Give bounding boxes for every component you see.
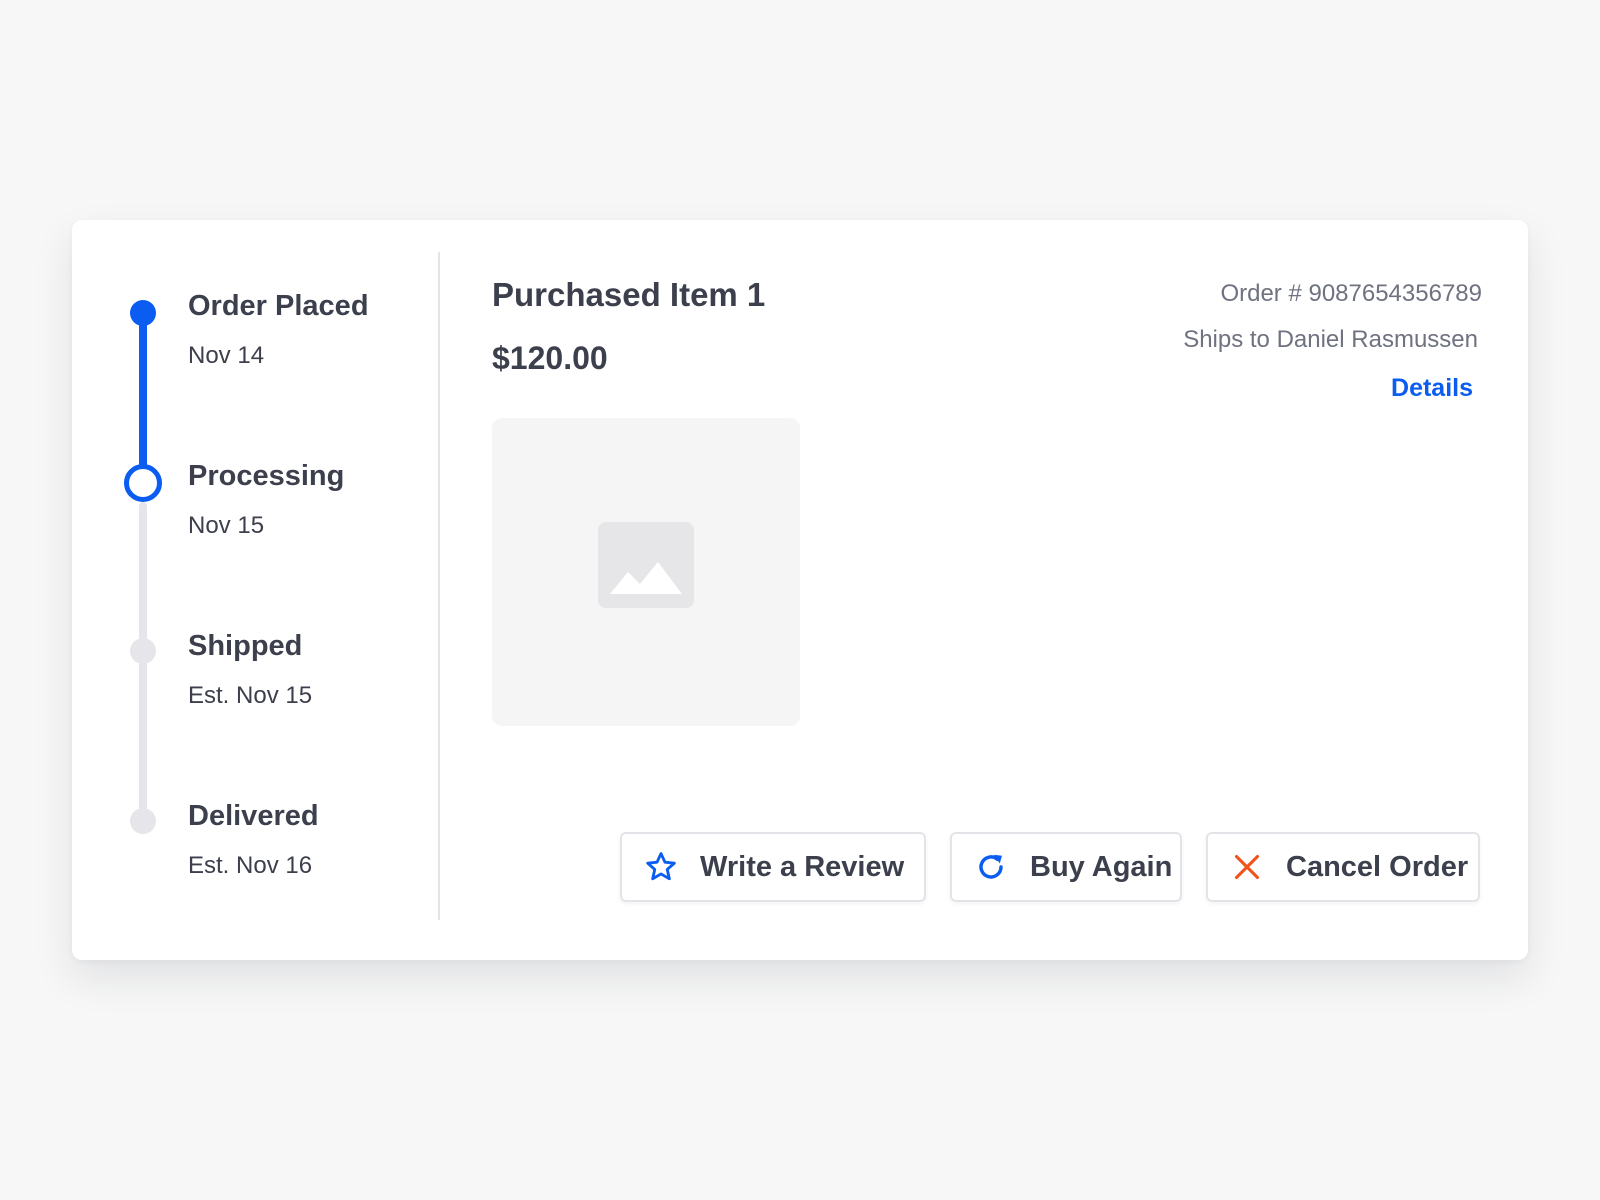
vertical-divider — [438, 252, 440, 920]
timeline-step-date: Nov 14 — [188, 342, 265, 369]
product-image — [492, 418, 800, 726]
product-title: Purchased Item 1 — [492, 276, 766, 313]
buy-again-label: Buy Again — [1030, 850, 1173, 883]
star-icon — [644, 850, 678, 884]
timeline-step-date: Est. Nov 15 — [188, 682, 313, 709]
timeline-step-date: Nov 15 — [188, 512, 265, 539]
details-link[interactable]: Details — [1391, 374, 1473, 403]
write-review-button[interactable]: Write a Review — [620, 832, 926, 902]
buy-again-button[interactable]: Buy Again — [950, 832, 1182, 902]
timeline-dot-shipped — [130, 638, 156, 664]
cancel-order-button[interactable]: Cancel Order — [1206, 832, 1480, 902]
refresh-icon — [974, 850, 1008, 884]
order-card: Order Placed Nov 14 Processing Nov 15 Sh… — [72, 220, 1528, 960]
product-price: $120.00 — [492, 340, 608, 376]
timeline-step-title: Delivered — [188, 800, 319, 832]
close-icon — [1230, 850, 1264, 884]
timeline-dot-order-placed — [130, 300, 156, 326]
timeline-progress-line — [139, 312, 147, 482]
timeline-track-line — [139, 502, 147, 832]
timeline-step-date: Est. Nov 16 — [188, 852, 313, 879]
write-review-label: Write a Review — [700, 850, 905, 883]
timeline-step-title: Shipped — [188, 630, 303, 662]
timeline-dot-processing — [124, 464, 162, 502]
timeline-dot-delivered — [130, 808, 156, 834]
ships-to: Ships to Daniel Rasmussen — [1183, 326, 1478, 353]
timeline-step-title: Processing — [188, 460, 345, 492]
cancel-order-label: Cancel Order — [1286, 850, 1469, 883]
order-number: Order # 9087654356789 — [1220, 280, 1482, 307]
timeline-step-title: Order Placed — [188, 290, 369, 322]
image-placeholder-icon — [598, 522, 694, 608]
